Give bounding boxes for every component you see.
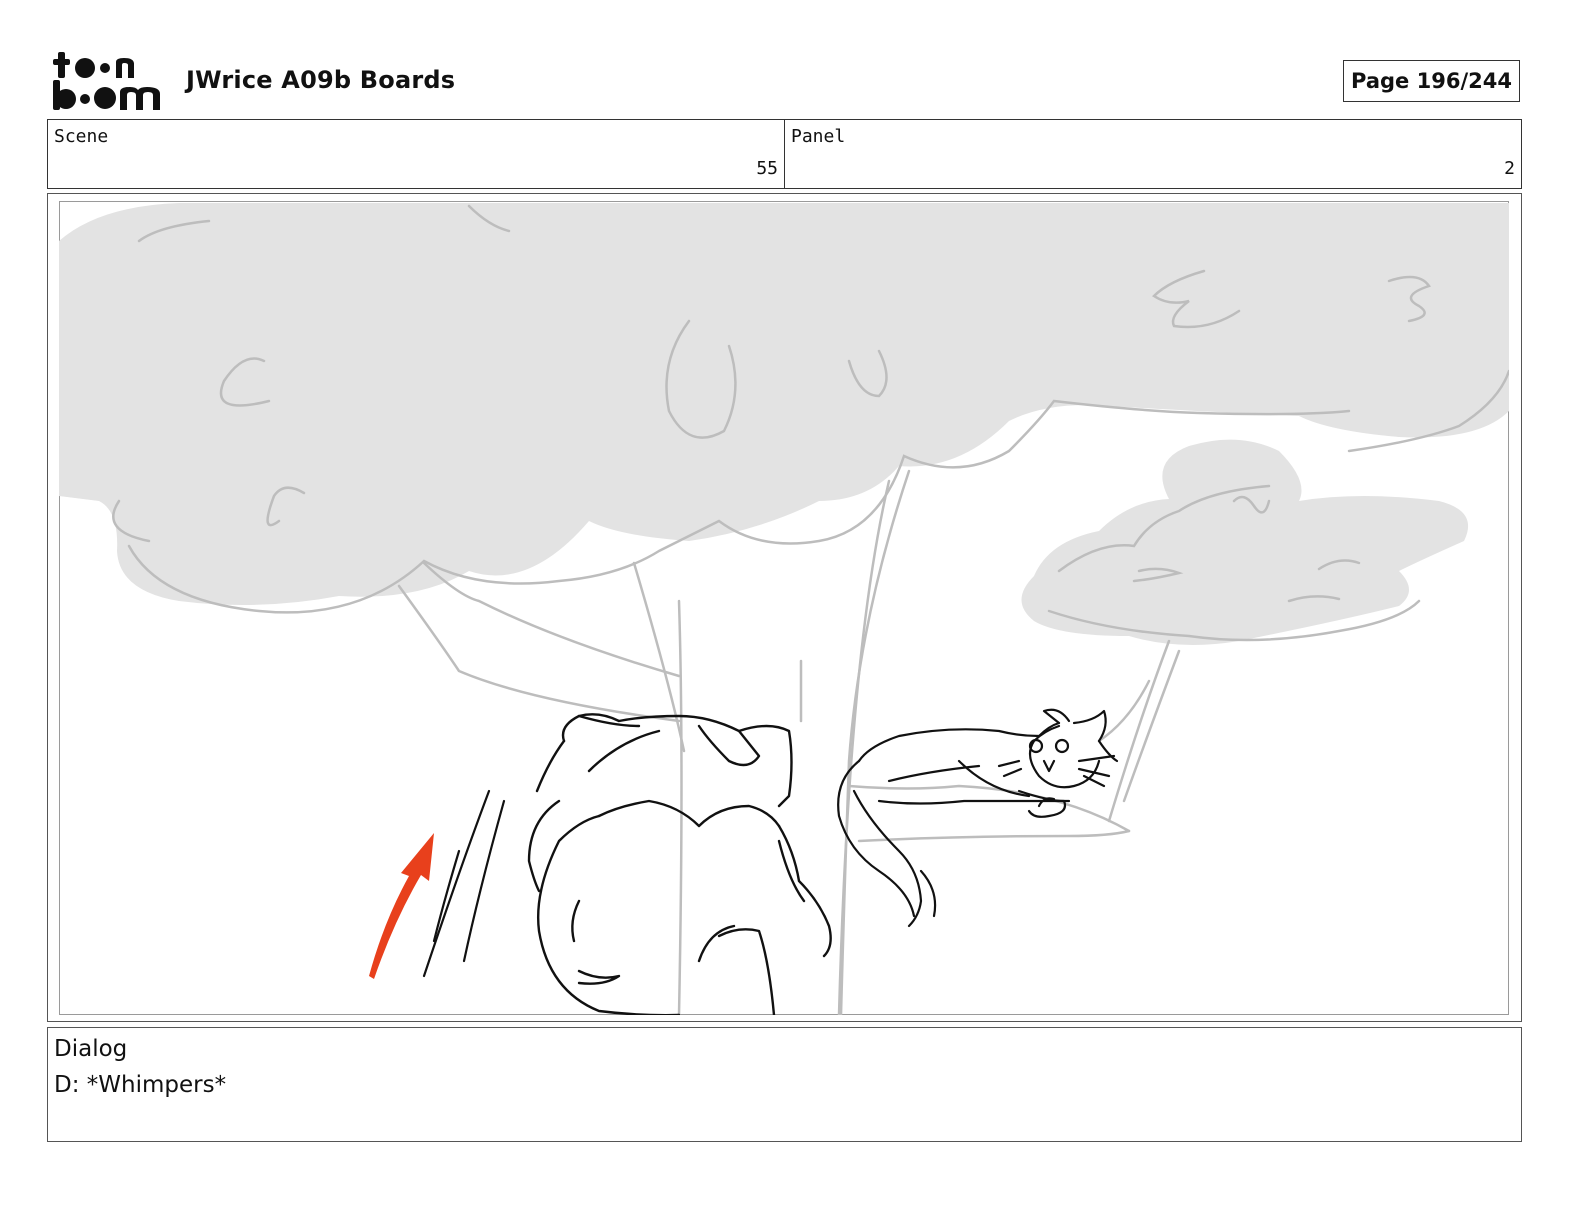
- storyboard-sketch: [59, 201, 1509, 1015]
- document-title: JWrice A09b Boards: [186, 66, 456, 94]
- panel-label: Panel: [791, 126, 846, 147]
- panel-cell: Panel 2: [784, 120, 1521, 188]
- scene-cell: Scene 55: [48, 120, 784, 188]
- scene-number: 55: [756, 158, 778, 179]
- page-indicator: Page 196/244: [1343, 60, 1520, 102]
- dialog-box: Dialog D: *Whimpers*: [47, 1027, 1522, 1142]
- dialog-label: Dialog: [54, 1036, 128, 1062]
- dialog-text: D: *Whimpers*: [54, 1072, 227, 1098]
- storyboard-panel-frame: [47, 193, 1522, 1022]
- scene-label: Scene: [54, 126, 109, 147]
- page-header: JWrice A09b Boards Page 196/244: [0, 0, 1584, 118]
- panel-number: 2: [1504, 158, 1515, 179]
- toon-boom-logo: [53, 52, 160, 110]
- scene-panel-info: Scene 55 Panel 2: [47, 119, 1522, 189]
